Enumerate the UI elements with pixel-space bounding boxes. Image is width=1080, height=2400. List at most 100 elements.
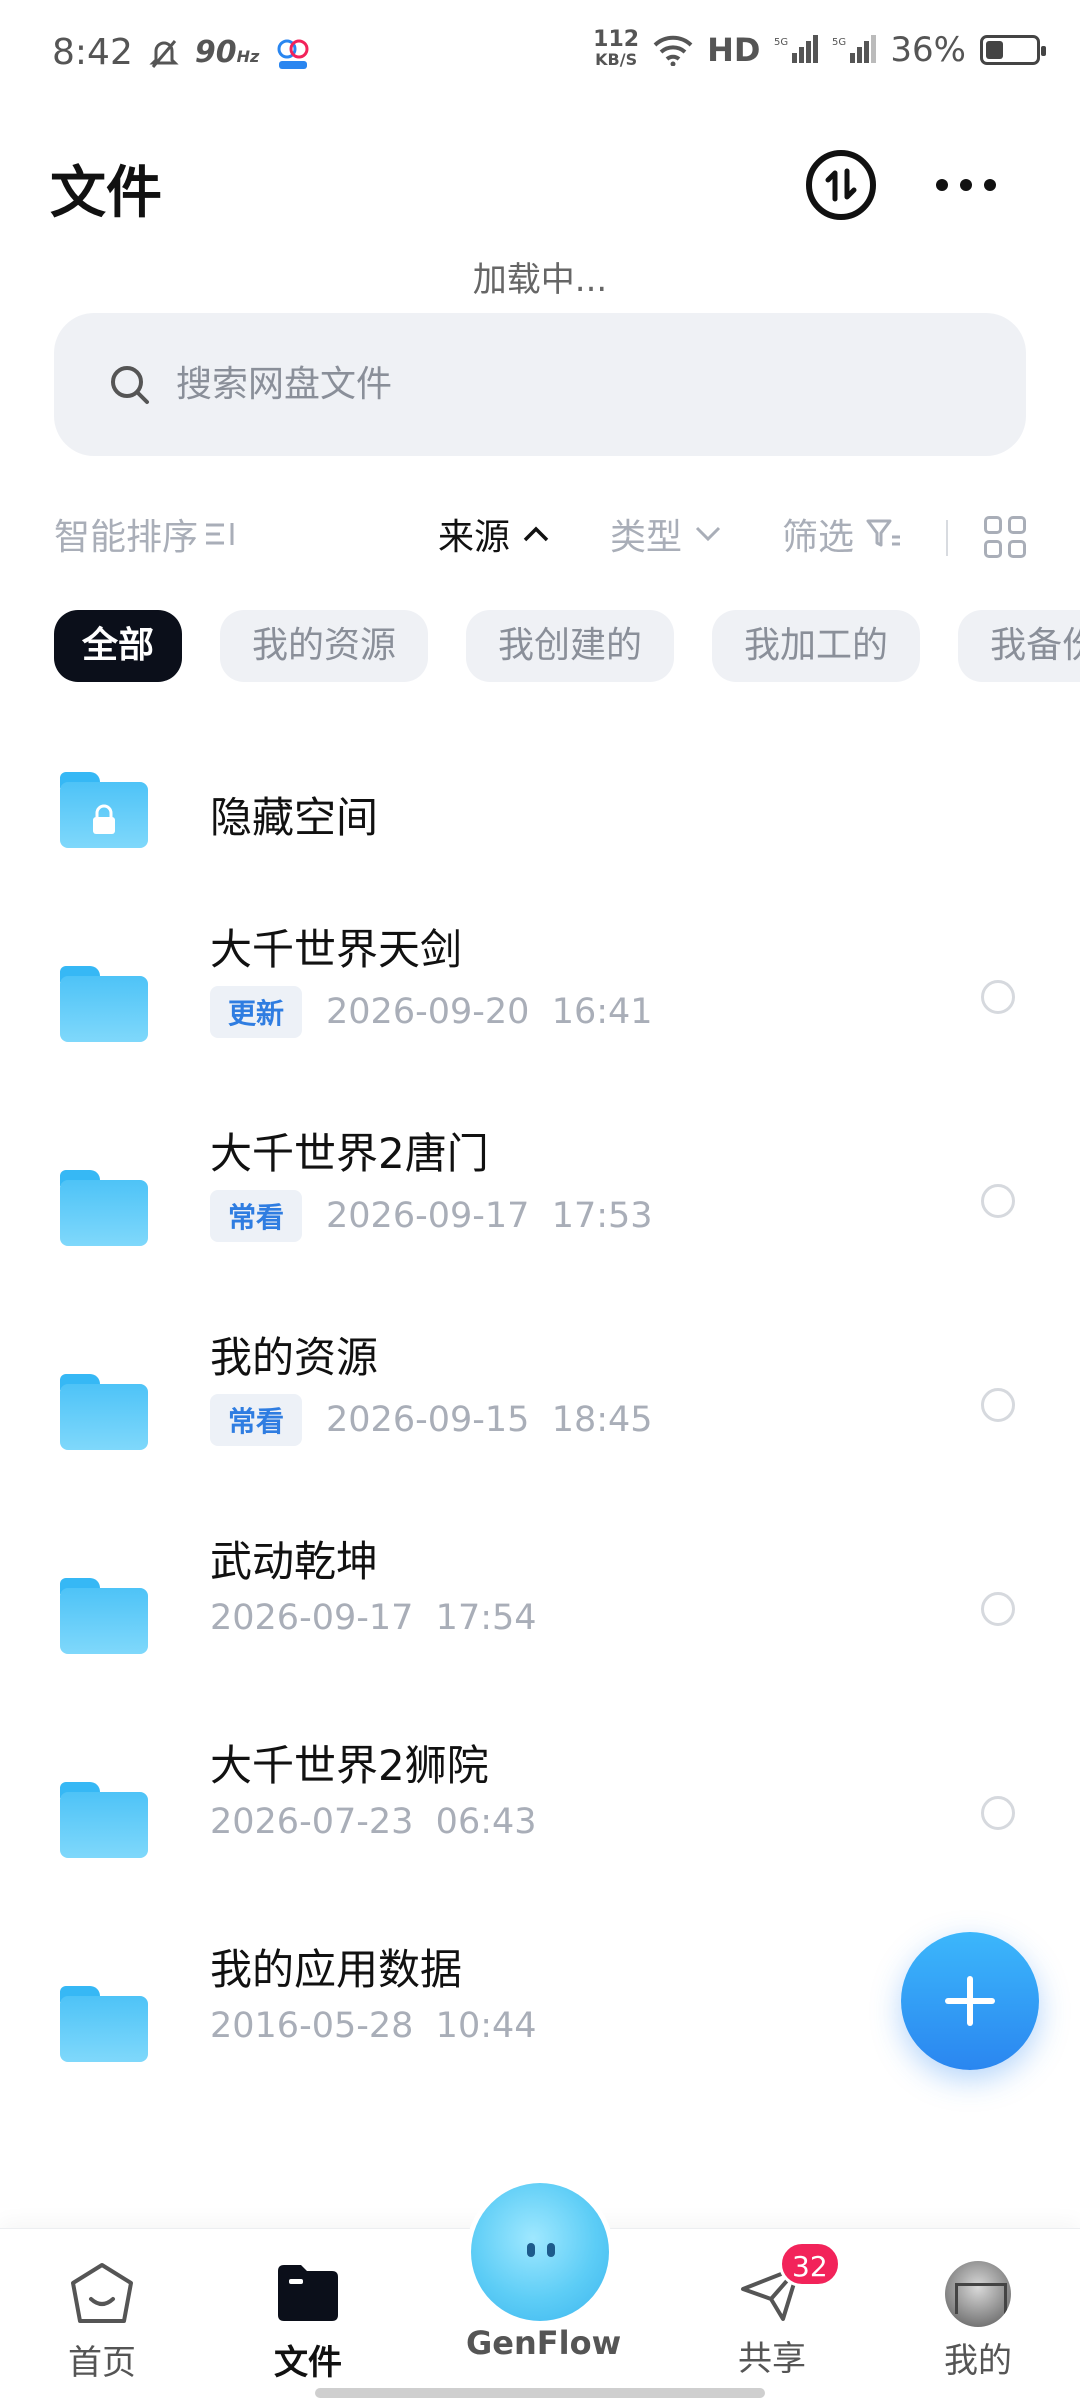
list-item[interactable]: 大千世界2狮院 2026-07-23 06:43 [0,1720,1080,1924]
file-date: 2026-07-23 06:43 [210,1802,537,1842]
file-name: 大千世界2狮院 [210,1741,489,1790]
chip-backup[interactable]: 我备份 [958,610,1080,682]
home-indicator [315,2388,765,2398]
avatar [945,2261,1011,2327]
grid-cell [984,516,1002,534]
file-name: 大千世界2唐门 [210,1129,489,1178]
type-filter[interactable]: 类型 [610,508,722,560]
file-meta: 2026-09-17 17:54 [210,1598,537,1638]
category-chips: 全部我的资源我创建的我加工的我备份 [54,610,1080,682]
file-name: 我的资源 [210,1333,379,1382]
screen-label: 筛选 [782,517,855,558]
status-time: 8:42 [52,32,133,73]
select-checkbox[interactable] [981,980,1015,1014]
list-item[interactable]: 武动乾坤 2026-09-17 17:54 [0,1516,1080,1720]
folder-icon [60,1170,148,1246]
chip-created[interactable]: 我创建的 [466,610,675,682]
screen-filter[interactable]: 筛选 [782,508,902,560]
bell-muted-icon [149,39,179,68]
folder-icon [60,1782,148,1858]
nav-genflow[interactable]: GenFlow [466,2178,622,2362]
battery-percent: 36% [890,30,966,70]
status-bar: 8:42 90Hz 112 KB/S HD 5G 5G 36% [0,0,1080,110]
select-checkbox[interactable] [981,1388,1015,1422]
loading-text: 加载中... [472,260,608,300]
nav-files[interactable]: 文件 [238,2261,378,2384]
source-filter[interactable]: 来源 [438,508,550,560]
filter-icon [866,519,901,547]
file-tag: 更新 [210,986,303,1038]
file-meta: 更新 2026-09-20 16:41 [210,986,653,1038]
net-speed: 112 KB/S [593,27,640,70]
smart-sort-button[interactable]: 智能排序 [54,508,238,560]
filter-row: 智能排序 来源 类型 筛选 [0,508,1080,568]
sort-lines-icon [206,523,234,545]
genflow-mascot-icon [471,2183,609,2321]
svg-text:5G: 5G [832,37,846,48]
folder-icon [60,1986,148,2062]
folder-icon [60,966,148,1042]
select-checkbox[interactable] [981,1796,1015,1830]
grid-view-button[interactable] [984,516,1026,558]
file-date: 2026-09-17 17:53 [326,1196,653,1236]
type-label: 类型 [610,517,683,558]
share-icon-wrap: 32 [739,2241,841,2325]
transfer-icon [825,168,857,202]
file-date: 2026-09-15 18:45 [326,1400,653,1440]
file-name: 武动乾坤 [210,1537,379,1586]
folder-icon [60,1578,148,1654]
hd-indicator: HD [707,31,761,69]
folder-filled-icon [278,2265,338,2321]
file-name: 大千世界天剑 [210,925,463,974]
chip-my-resources[interactable]: 我的资源 [220,610,429,682]
nav-me-label: 我的 [944,2341,1012,2381]
refresh-rate: 90Hz [194,35,260,70]
genflow-orb-wrap [466,2178,614,2326]
chip-all[interactable]: 全部 [54,610,183,682]
list-item[interactable]: 我的资源 常看 2026-09-15 18:45 [0,1312,1080,1516]
add-button[interactable] [901,1932,1039,2070]
status-right: 112 KB/S HD 5G 5G 36% [593,27,1046,70]
svg-text:5G: 5G [774,37,788,48]
select-checkbox[interactable] [981,1184,1015,1218]
search-bar[interactable] [54,313,1026,456]
search-input[interactable] [176,364,876,405]
list-item[interactable]: 大千世界天剑 更新 2026-09-20 16:41 [0,904,1080,1108]
signal-icon: 5G [774,35,819,63]
list-item[interactable]: 大千世界2唐门 常看 2026-09-17 17:53 [0,1108,1080,1312]
home-icon [71,2263,133,2323]
transfer-button[interactable] [806,150,876,220]
signal-icon-2: 5G [832,35,877,63]
file-meta: 常看 2026-09-17 17:53 [210,1190,653,1242]
folder-icon [60,1374,148,1450]
nav-files-label: 文件 [274,2343,342,2383]
nav-home-label: 首页 [68,2343,136,2383]
file-tag: 常看 [210,1394,303,1446]
nav-me[interactable]: 我的 [908,2261,1048,2382]
more-dot [984,179,996,191]
wifi-icon [653,35,693,66]
file-name: 隐藏空间 [210,793,379,842]
filter-divider [946,520,948,556]
cloud-app-icon [277,39,309,69]
lock-icon [93,804,115,834]
select-checkbox[interactable] [981,1592,1015,1626]
nav-share[interactable]: 32 共享 [702,2241,842,2380]
chevron-down-icon [695,526,721,542]
status-left: 8:42 90Hz [52,32,313,73]
file-name: 我的应用数据 [210,1945,463,1994]
chip-processed[interactable]: 我加工的 [712,610,921,682]
file-meta: 2016-05-28 10:44 [210,2006,537,2046]
share-badge: 32 [779,2241,841,2287]
nav-home[interactable]: 首页 [32,2261,172,2384]
file-date: 2016-05-28 10:44 [210,2006,537,2046]
grid-cell [1008,540,1026,558]
file-tag: 常看 [210,1190,303,1242]
search-icon [111,365,149,404]
battery-icon [980,35,1046,65]
page-title: 文件 [50,161,162,226]
file-meta: 2026-07-23 06:43 [210,1802,537,1842]
more-button[interactable] [936,170,996,200]
genflow-label: GenFlow [466,2324,622,2362]
chevron-up-icon [523,526,549,542]
